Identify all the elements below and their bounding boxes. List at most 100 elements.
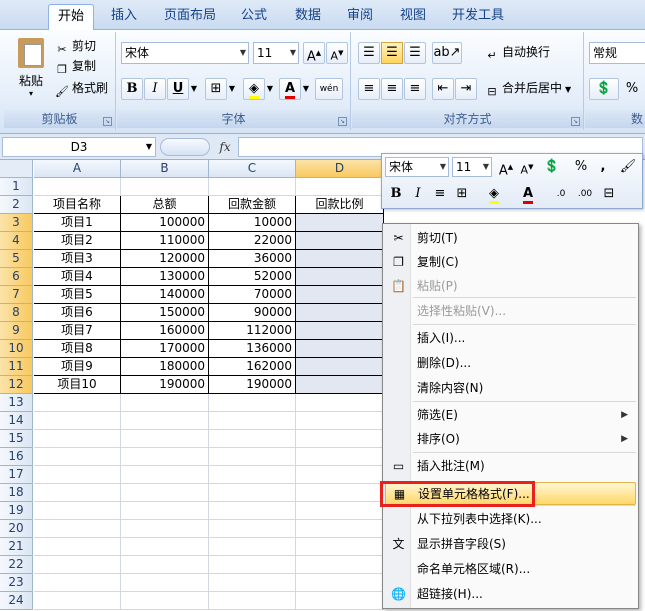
italic-button[interactable]: I [144,78,166,100]
cell-b11[interactable]: 180000 [121,358,209,376]
menu-item-1[interactable]: ❐ 复制(C) [385,251,636,274]
cell-d16[interactable] [296,448,384,466]
clipboard-launcher-icon[interactable]: ↘ [103,117,112,126]
cell-d5[interactable] [296,250,384,268]
cell-a10[interactable]: 项目8 [34,340,121,358]
tab-data[interactable]: 数据 [286,4,330,30]
cell-d24[interactable] [296,592,384,610]
cell-c1[interactable] [209,178,296,196]
menu-item-5[interactable]: 删除(D)... [385,352,636,375]
phonetic-button[interactable]: wén [315,78,343,100]
mini-bold-button[interactable]: B [385,183,407,205]
cell-b14[interactable] [121,412,209,430]
cell-b24[interactable] [121,592,209,610]
number-format-combo[interactable]: 常规 [589,42,645,64]
cell-d8[interactable] [296,304,384,322]
cell-c2[interactable]: 回款金额 [209,196,296,214]
name-box[interactable]: D3 ▼ [2,137,156,157]
cell-d20[interactable] [296,520,384,538]
mini-center-button[interactable]: ≡ [429,183,451,205]
cell-b6[interactable]: 130000 [121,268,209,286]
cell-d19[interactable] [296,502,384,520]
row-header-11[interactable]: 11 [0,358,33,376]
column-header-a[interactable]: A [34,160,121,178]
mini-format-painter-button[interactable]: 🖌 [617,156,639,178]
alignment-launcher-icon[interactable]: ↘ [571,117,580,126]
decrease-indent-button[interactable]: ⇤ [432,78,454,100]
chevron-down-icon[interactable]: ▼ [265,78,275,100]
cell-c12[interactable]: 190000 [209,376,296,394]
cell-c21[interactable] [209,538,296,556]
menu-item-4[interactable]: 插入(I)... [385,327,636,350]
copy-button[interactable]: ❐ 复制 [54,56,96,76]
font-name-combo[interactable]: 宋体 ▼ [121,42,249,64]
cell-d10[interactable] [296,340,384,358]
merge-center-button[interactable]: ⊟ 合并后居中 ▼ [484,78,571,98]
cell-a16[interactable] [34,448,121,466]
cell-d13[interactable] [296,394,384,412]
cell-c10[interactable]: 136000 [209,340,296,358]
cell-d17[interactable] [296,466,384,484]
cell-c3[interactable]: 10000 [209,214,296,232]
menu-item-2[interactable]: 📋 粘贴(P) [385,275,636,298]
cell-a20[interactable] [34,520,121,538]
select-all-corner[interactable] [0,160,33,178]
cell-c20[interactable] [209,520,296,538]
format-painter-button[interactable]: 🖌 格式刷 [54,78,108,98]
cell-d4[interactable] [296,232,384,250]
cell-d11[interactable] [296,358,384,376]
column-header-d[interactable]: D [296,160,384,178]
cell-a19[interactable] [34,502,121,520]
row-header-14[interactable]: 14 [0,412,33,430]
font-size-combo[interactable]: 11 ▼ [253,42,299,64]
cell-b23[interactable] [121,574,209,592]
fill-color-button[interactable]: ◈ [243,78,265,100]
row-header-4[interactable]: 4 [0,232,33,250]
cell-a23[interactable] [34,574,121,592]
row-header-2[interactable]: 2 [0,196,33,214]
font-launcher-icon[interactable]: ↘ [338,117,347,126]
cell-b9[interactable]: 160000 [121,322,209,340]
cell-a1[interactable] [34,178,121,196]
mini-font-combo[interactable]: 宋体 ▼ [385,157,449,177]
cell-b20[interactable] [121,520,209,538]
row-header-8[interactable]: 8 [0,304,33,322]
cell-d2[interactable]: 回款比例 [296,196,384,214]
tab-insert[interactable]: 插入 [102,4,146,30]
chevron-down-icon[interactable]: ▼ [189,78,199,100]
cell-a21[interactable] [34,538,121,556]
align-middle-button[interactable]: ☰ [381,42,403,64]
cell-a15[interactable] [34,430,121,448]
orientation-button[interactable]: ab↗ [432,42,462,64]
tab-home[interactable]: 开始 [48,4,94,30]
cell-a5[interactable]: 项目3 [34,250,121,268]
cell-c19[interactable] [209,502,296,520]
cell-b10[interactable]: 170000 [121,340,209,358]
row-header-5[interactable]: 5 [0,250,33,268]
cell-a18[interactable] [34,484,121,502]
row-header-21[interactable]: 21 [0,538,33,556]
cell-b4[interactable]: 110000 [121,232,209,250]
cell-d18[interactable] [296,484,384,502]
grow-font-button[interactable]: A▲ [303,42,325,64]
cell-c5[interactable]: 36000 [209,250,296,268]
cell-b22[interactable] [121,556,209,574]
mini-font-color-button[interactable]: A [517,183,539,205]
row-header-3[interactable]: 3 [0,214,33,232]
cell-b19[interactable] [121,502,209,520]
row-header-12[interactable]: 12 [0,376,33,394]
cell-a12[interactable]: 项目10 [34,376,121,394]
cell-d14[interactable] [296,412,384,430]
cell-a9[interactable]: 项目7 [34,322,121,340]
wrap-text-button[interactable]: ↵ 自动换行 [484,42,550,62]
cell-c7[interactable]: 70000 [209,286,296,304]
mini-accounting-button[interactable]: 💲 [538,156,566,178]
cell-a22[interactable] [34,556,121,574]
cell-d15[interactable] [296,430,384,448]
mini-shrink-font-button[interactable]: A▼ [516,156,538,178]
cell-d21[interactable] [296,538,384,556]
mini-borders-button[interactable]: ⊞ [451,183,473,205]
cell-b15[interactable] [121,430,209,448]
align-center-button[interactable]: ≡ [381,78,403,100]
menu-item-6[interactable]: 清除内容(N) [385,377,636,400]
